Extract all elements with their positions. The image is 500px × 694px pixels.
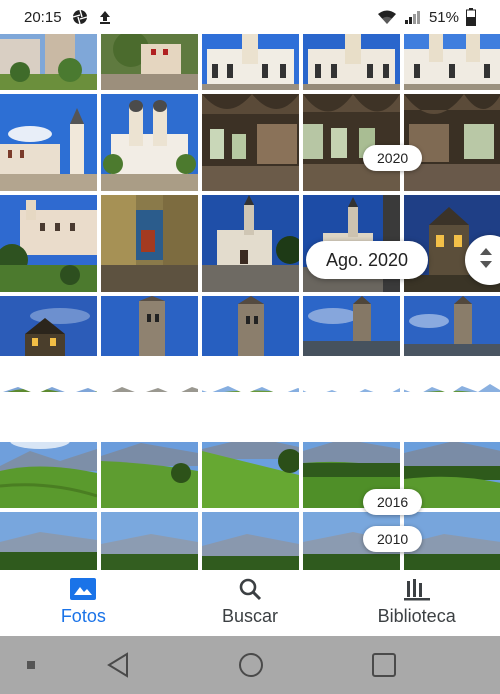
date-scrubber-label[interactable]: Ago. 2020 xyxy=(306,241,428,279)
wifi-icon xyxy=(377,9,397,25)
nav-library[interactable]: Biblioteca xyxy=(333,570,500,636)
recents-dot-icon[interactable] xyxy=(26,660,36,670)
signal-icon xyxy=(404,9,422,25)
photo-thumbnail[interactable] xyxy=(101,94,198,191)
up-down-arrows-icon xyxy=(479,247,493,274)
photo-thumbnail[interactable] xyxy=(202,296,299,356)
photo-thumbnail[interactable] xyxy=(303,94,400,191)
battery-icon xyxy=(466,8,476,26)
nav-photos[interactable]: Fotos xyxy=(0,570,167,636)
date-label-2016[interactable]: 2016 xyxy=(363,489,423,515)
photo-thumbnail[interactable] xyxy=(101,296,198,356)
photo-icon xyxy=(70,576,97,602)
battery-percent: 51% xyxy=(428,8,459,26)
photo-thumbnail[interactable] xyxy=(0,34,97,90)
photo-thumbnail[interactable] xyxy=(303,296,400,356)
status-time: 20:15 xyxy=(24,8,62,26)
photo-thumbnail[interactable] xyxy=(0,195,97,292)
photo-thumbnail[interactable] xyxy=(404,296,500,356)
photo-thumbnail[interactable] xyxy=(202,195,299,292)
library-icon xyxy=(403,576,430,602)
photo-thumbnail[interactable] xyxy=(101,512,198,570)
status-bar: 20:15 51% xyxy=(0,0,500,34)
date-label-2010[interactable]: 2010 xyxy=(363,526,423,552)
photo-thumbnail[interactable] xyxy=(0,296,97,356)
overview-icon[interactable] xyxy=(371,652,397,678)
photo-thumbnail[interactable] xyxy=(0,512,97,570)
bottom-navigation: Fotos Buscar Biblioteca xyxy=(0,570,500,636)
photo-thumbnail[interactable] xyxy=(202,94,299,191)
photo-thumbnail[interactable] xyxy=(0,94,97,191)
date-label-2020[interactable]: 2020 xyxy=(363,145,423,171)
aperture-icon xyxy=(72,9,88,25)
search-icon xyxy=(238,576,262,602)
photo-thumbnail[interactable] xyxy=(404,34,500,90)
nav-photos-label: Fotos xyxy=(60,606,106,626)
upload-icon xyxy=(98,9,112,25)
nav-library-label: Biblioteca xyxy=(377,606,456,626)
photo-thumbnail[interactable] xyxy=(101,34,198,90)
photo-thumbnail[interactable] xyxy=(202,34,299,90)
system-navigation-bar xyxy=(0,636,500,694)
nav-search[interactable]: Buscar xyxy=(167,570,334,636)
photo-grid[interactable] xyxy=(0,34,500,570)
back-icon[interactable] xyxy=(105,652,131,678)
photo-thumbnail[interactable] xyxy=(404,94,500,191)
nav-search-label: Buscar xyxy=(221,606,279,626)
torn-paper-gap xyxy=(0,372,500,442)
home-icon[interactable] xyxy=(238,652,264,678)
photo-thumbnail[interactable] xyxy=(101,195,198,292)
photo-thumbnail[interactable] xyxy=(202,512,299,570)
photo-thumbnail[interactable] xyxy=(303,34,400,90)
